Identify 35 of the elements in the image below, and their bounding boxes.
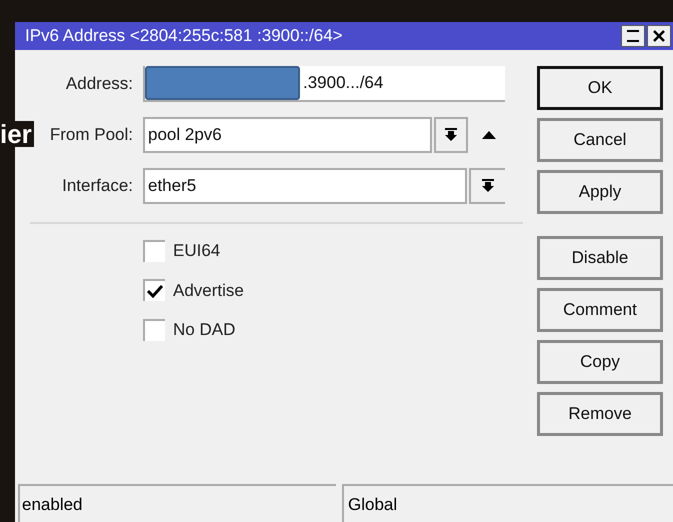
dialog-button[interactable]: Remove: [537, 392, 663, 436]
dropdown-icon: [445, 128, 457, 142]
dialog-button[interactable]: Disable: [537, 236, 663, 280]
dialog-button[interactable]: Cancel: [537, 118, 663, 162]
overlay-text: ier: [0, 121, 34, 147]
checkbox-label: EUI64: [173, 240, 220, 262]
status-cell: enabled: [18, 484, 336, 522]
field-value: ether5: [148, 175, 196, 198]
address-value: .3900.../64: [303, 72, 384, 94]
close-icon: [653, 30, 665, 42]
input-field[interactable]: pool 2pv6: [143, 117, 432, 153]
input-field[interactable]: ether5: [143, 168, 467, 204]
input-field[interactable]: .3900.../64: [143, 66, 505, 102]
minimize-button[interactable]: [621, 25, 645, 47]
dropdown-button[interactable]: [469, 168, 505, 204]
window-title: IPv6 Address <2804:255c:581 :3900::/64>: [25, 25, 344, 48]
status-cell: Global: [342, 484, 673, 522]
field-label: Interface:: [62, 175, 133, 198]
checkbox[interactable]: [143, 240, 165, 262]
field-label: From Pool:: [50, 124, 133, 146]
field-label: Address:: [66, 73, 133, 96]
close-button[interactable]: [647, 25, 671, 47]
checkbox-label: Advertise: [173, 280, 244, 302]
checkbox-label: No DAD: [173, 319, 236, 341]
dropdown-icon: [482, 179, 494, 193]
field-value: pool 2pv6: [148, 124, 222, 146]
dialog-button[interactable]: Apply: [537, 170, 663, 214]
dropdown-button[interactable]: [434, 117, 468, 153]
dialog-button[interactable]: OK: [537, 66, 663, 110]
checkbox[interactable]: [143, 318, 165, 341]
checkbox[interactable]: [143, 279, 165, 302]
minimize-icon: [626, 29, 640, 43]
dialog-button[interactable]: Copy: [537, 340, 663, 384]
up-arrow-icon[interactable]: [482, 131, 496, 139]
dialog-button[interactable]: Comment: [537, 288, 663, 332]
